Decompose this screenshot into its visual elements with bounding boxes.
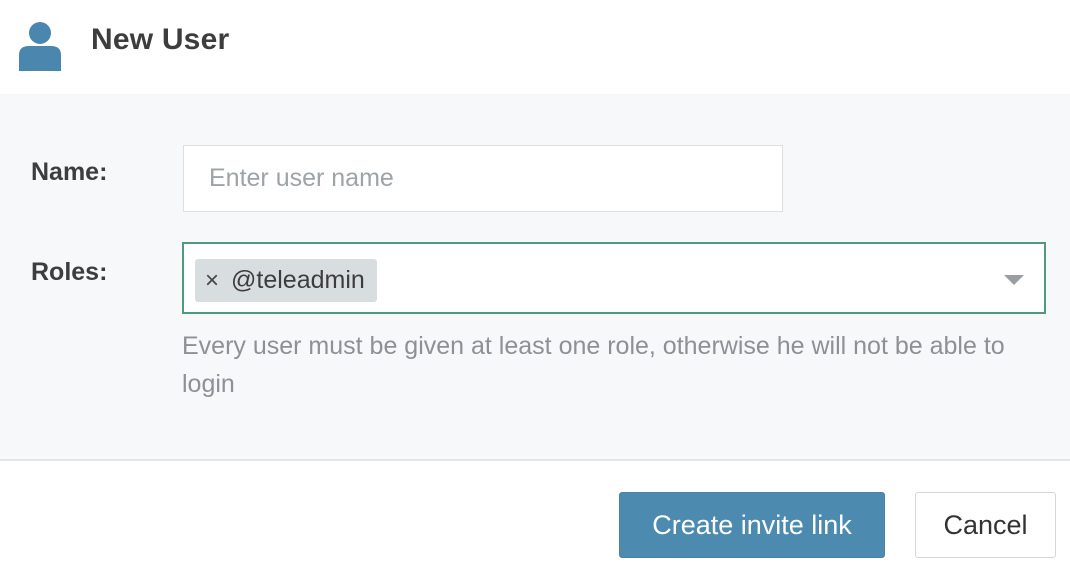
cancel-button[interactable]: Cancel <box>915 492 1056 558</box>
roles-help-text: Every user must be given at least one ro… <box>182 332 1005 398</box>
role-tag: × @teleadmin <box>195 259 377 302</box>
name-label: Name: <box>31 158 108 186</box>
new-user-dialog: New User Name: Roles: × @teleadmin Every… <box>0 0 1070 574</box>
dialog-header: New User <box>0 0 1070 94</box>
user-icon <box>19 22 61 71</box>
dialog-title: New User <box>91 23 230 56</box>
role-tag-label: @teleadmin <box>231 266 365 294</box>
dialog-body: Name: Roles: × @teleadmin Every user mus… <box>0 94 1070 461</box>
roles-select[interactable]: × @teleadmin <box>182 242 1046 314</box>
name-input[interactable] <box>183 145 783 212</box>
remove-role-icon[interactable]: × <box>205 268 219 293</box>
roles-label: Roles: <box>31 258 108 286</box>
chevron-down-icon[interactable] <box>1004 275 1024 285</box>
create-invite-link-button[interactable]: Create invite link <box>619 492 885 558</box>
